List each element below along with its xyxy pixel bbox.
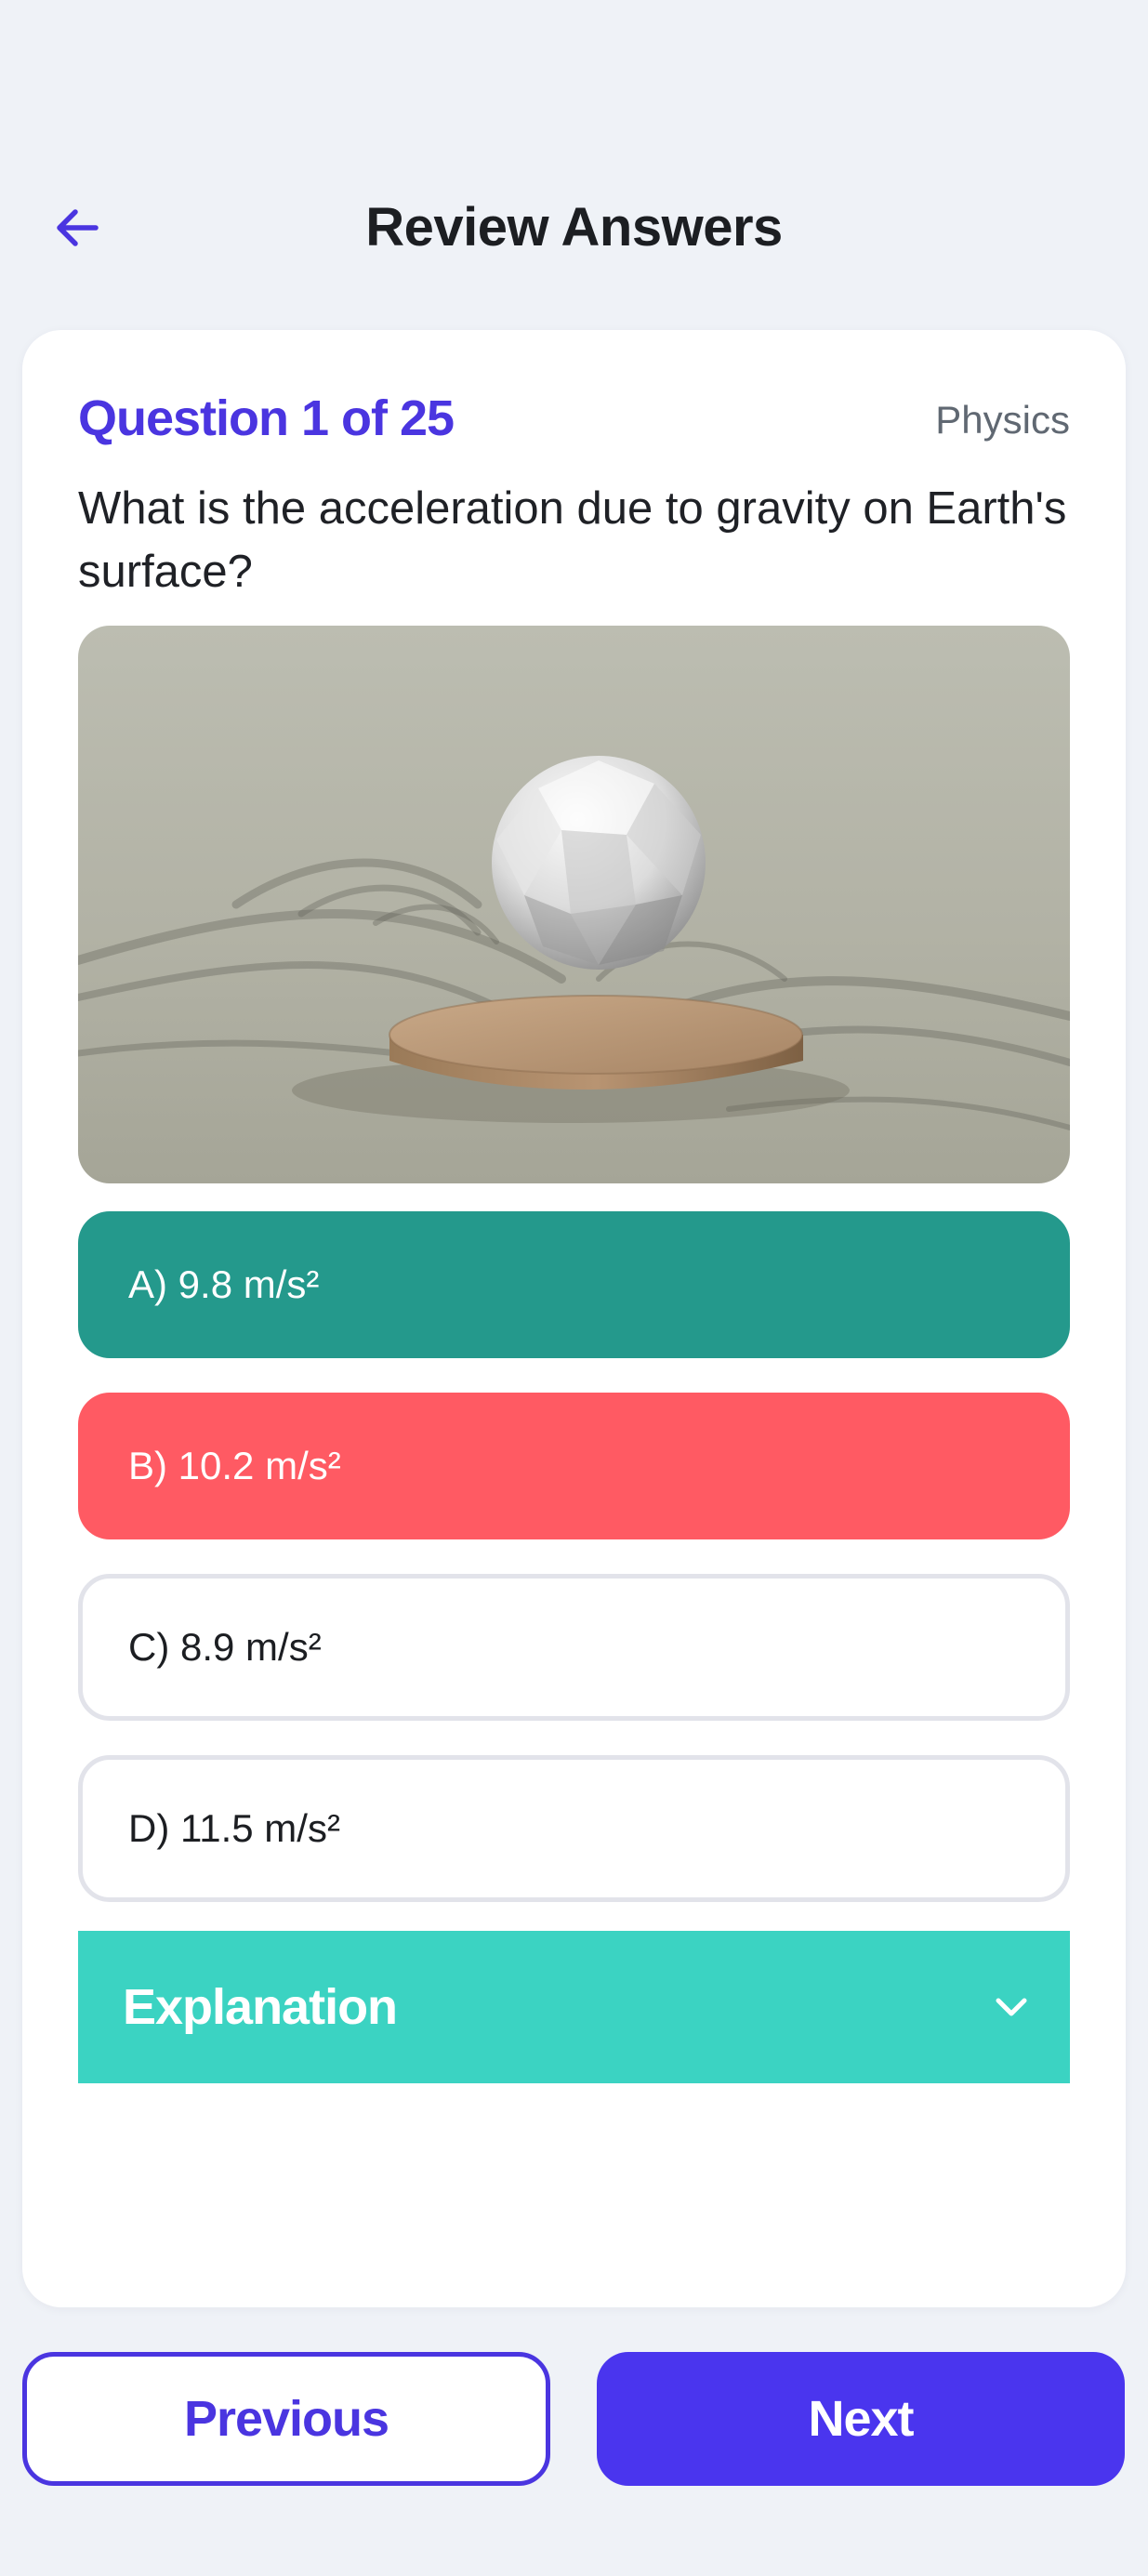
chevron-down-icon bbox=[996, 1998, 1027, 2016]
explanation-label: Explanation bbox=[123, 1979, 398, 2035]
app-header: Review Answers bbox=[0, 177, 1148, 279]
question-number: Question 1 of 25 bbox=[78, 390, 455, 446]
page-title: Review Answers bbox=[365, 197, 783, 258]
answer-option-d[interactable]: D) 11.5 m/s² bbox=[78, 1755, 1070, 1902]
answer-option-c[interactable]: C) 8.9 m/s² bbox=[78, 1574, 1070, 1721]
question-text: What is the acceleration due to gravity … bbox=[78, 483, 1067, 597]
answer-option-b[interactable]: B) 10.2 m/s² bbox=[78, 1393, 1070, 1539]
next-button[interactable]: Next bbox=[597, 2352, 1125, 2486]
explanation-toggle[interactable]: Explanation bbox=[78, 1931, 1070, 2083]
question-image bbox=[78, 626, 1070, 1183]
subject-label: Physics bbox=[935, 398, 1070, 442]
question-card: Question 1 of 25 Physics What is the acc… bbox=[22, 330, 1126, 2307]
answer-option-a[interactable]: A) 9.8 m/s² bbox=[78, 1211, 1070, 1358]
previous-button[interactable]: Previous bbox=[22, 2352, 550, 2486]
